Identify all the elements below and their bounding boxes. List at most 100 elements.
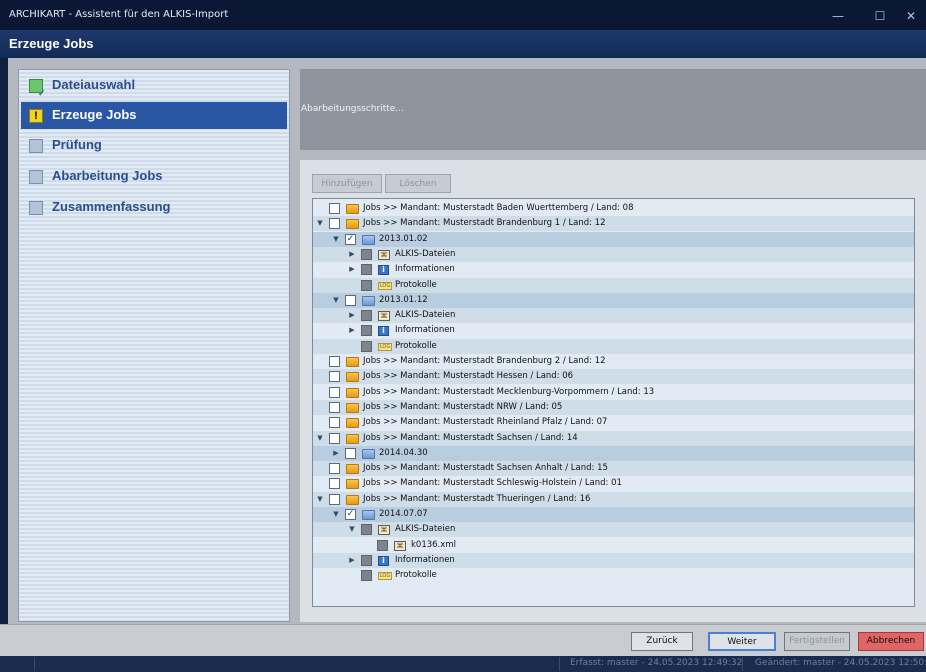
row-checkbox[interactable]	[361, 325, 372, 337]
step-zusammenfassung[interactable]: Zusammenfassung	[21, 194, 287, 221]
row-checkbox[interactable]	[377, 539, 388, 551]
tree-row-label: 2014.04.30	[379, 447, 428, 458]
row-checkbox[interactable]	[329, 432, 340, 444]
collapse-toggle-icon[interactable]: ▼	[315, 431, 325, 446]
tree-row[interactable]: ▶ i Informationen	[313, 552, 914, 568]
tree-row-label: k0136.xml	[411, 539, 456, 550]
tree-row[interactable]: ▶ 2014.04.30	[313, 445, 914, 461]
row-checkbox[interactable]	[329, 463, 340, 475]
status-divider	[559, 657, 560, 671]
row-checkbox[interactable]	[329, 417, 340, 429]
info-icon: i	[378, 326, 389, 337]
row-checkbox[interactable]	[361, 570, 372, 582]
row-checkbox[interactable]	[345, 294, 356, 306]
tree-row[interactable]: LOG Protokolle	[313, 568, 914, 583]
expand-toggle-icon[interactable]: ▶	[347, 247, 357, 262]
folder-icon	[346, 479, 359, 490]
tree-row[interactable]: ▶ ⌘ ALKIS-Dateien	[313, 308, 914, 324]
row-checkbox[interactable]	[361, 310, 372, 322]
row-checkbox[interactable]	[329, 401, 340, 413]
tree-row[interactable]: ▶ i Informationen	[313, 262, 914, 277]
status-bar: Erfasst: master - 24.05.2023 12:49:32 Ge…	[0, 656, 926, 672]
tree-row[interactable]: ▼ 2013.01.12	[313, 292, 914, 308]
tree-row[interactable]: Jobs >> Mandant: Musterstadt Brandenburg…	[313, 354, 914, 369]
tree-row-label: Jobs >> Mandant: Musterstadt Baden Wuert…	[363, 203, 634, 213]
collapse-toggle-icon[interactable]: ▼	[315, 216, 325, 231]
row-checkbox[interactable]	[361, 554, 372, 566]
tree-row[interactable]: Jobs >> Mandant: Musterstadt NRW / Land:…	[313, 399, 914, 415]
tree-row-label: Jobs >> Mandant: Musterstadt Schleswig-H…	[363, 478, 622, 489]
row-checkbox[interactable]	[329, 218, 340, 230]
step-abarbeitung-jobs[interactable]: Abarbeitung Jobs	[21, 163, 287, 190]
tree-row-label: Jobs >> Mandant: Musterstadt Sachsen Anh…	[363, 463, 608, 474]
collapse-toggle-icon[interactable]: ▼	[331, 507, 341, 522]
step-pruefung[interactable]: Prüfung	[21, 132, 287, 159]
collapse-toggle-icon[interactable]: ▼	[315, 492, 325, 507]
warning-icon: !	[29, 109, 43, 123]
finish-button[interactable]: Fertigstellen	[784, 632, 850, 651]
tree-row[interactable]: Jobs >> Mandant: Musterstadt Schleswig-H…	[313, 476, 914, 491]
tree-row[interactable]: ▼ ⌘ ALKIS-Dateien	[313, 522, 914, 538]
expand-toggle-icon[interactable]: ▶	[331, 446, 341, 461]
row-checkbox[interactable]	[329, 386, 340, 398]
tree-row[interactable]: ▼ Jobs >> Mandant: Musterstadt Brandenbur…	[313, 216, 914, 232]
delete-button[interactable]: Löschen	[385, 174, 451, 193]
expand-toggle-icon[interactable]: ▶	[347, 262, 357, 277]
row-checkbox[interactable]	[361, 264, 372, 276]
tree-row[interactable]: ▶ ⌘ ALKIS-Dateien	[313, 246, 914, 262]
row-checkbox[interactable]	[329, 493, 340, 505]
tree-row[interactable]: Jobs >> Mandant: Musterstadt Mecklenburg…	[313, 385, 914, 400]
close-button[interactable]: ✕	[896, 6, 926, 26]
changed-info: Geändert: master - 24.05.2023 12:50:07	[755, 658, 926, 668]
step-dateiauswahl[interactable]: ✓ Dateiauswahl	[21, 72, 287, 99]
tree-row-label: ALKIS-Dateien	[395, 248, 456, 259]
row-checkbox[interactable]	[329, 478, 340, 490]
row-checkbox[interactable]	[329, 203, 340, 214]
tree-row-label: Protokolle	[395, 340, 437, 351]
step-label: Erzeuge Jobs	[52, 107, 137, 122]
tree-row[interactable]: ▶ i Informationen	[313, 323, 914, 338]
collapse-toggle-icon[interactable]: ▼	[331, 232, 341, 247]
tree-row-label: 2014.07.07	[379, 509, 428, 519]
row-checkbox[interactable]	[361, 524, 372, 536]
tree-row-label: Jobs >> Mandant: Musterstadt Hessen / La…	[363, 371, 574, 382]
tree-row[interactable]: Jobs >> Mandant: Musterstadt Rheinland P…	[313, 415, 914, 430]
jobs-tree[interactable]: Jobs >> Mandant: Musterstadt Baden Wuert…	[312, 198, 915, 607]
collapse-toggle-icon[interactable]: ▼	[347, 522, 357, 537]
collapse-toggle-icon[interactable]: ▼	[331, 293, 341, 308]
back-button[interactable]: Zurück	[631, 632, 693, 651]
tree-row[interactable]: LOG Protokolle	[313, 277, 914, 293]
folder-icon	[346, 219, 359, 230]
tree-row[interactable]: LOG Protokolle	[313, 338, 914, 354]
row-checkbox[interactable]	[361, 279, 372, 291]
row-checkbox[interactable]	[329, 371, 340, 383]
next-button[interactable]: Weiter	[708, 632, 776, 651]
cancel-button[interactable]: Abbrechen	[858, 632, 924, 651]
step-erzeuge-jobs[interactable]: ! Erzeuge Jobs	[21, 102, 287, 129]
row-checkbox[interactable]	[329, 356, 340, 367]
row-checkbox[interactable]	[345, 447, 356, 459]
tree-row[interactable]: Jobs >> Mandant: Musterstadt Baden Wuert…	[313, 201, 914, 216]
tree-row[interactable]: ▼ Jobs >> Mandant: Musterstadt Sachsen / …	[313, 430, 914, 446]
maximize-button[interactable]: ☐	[860, 6, 900, 26]
row-checkbox[interactable]	[361, 248, 372, 260]
minimize-button[interactable]: —	[818, 6, 858, 26]
expand-toggle-icon[interactable]: ▶	[347, 323, 357, 338]
status-pending-icon	[29, 201, 43, 215]
row-checkbox[interactable]	[361, 340, 372, 352]
tree-row[interactable]: ▼ Jobs >> Mandant: Musterstadt Thueringen…	[313, 491, 914, 507]
expand-toggle-icon[interactable]: ▶	[347, 308, 357, 323]
tree-row[interactable]: ▼ ✓ 2014.07.07	[313, 507, 914, 522]
log-icon: LOG	[378, 572, 392, 581]
tree-row[interactable]: ⌘ k0136.xml	[313, 538, 914, 553]
add-button[interactable]: Hinzufügen	[312, 174, 382, 193]
row-checkbox[interactable]: ✓	[345, 233, 356, 245]
expand-toggle-icon[interactable]: ▶	[347, 553, 357, 568]
tree-row[interactable]: Jobs >> Mandant: Musterstadt Sachsen Anh…	[313, 461, 914, 477]
tree-row[interactable]: ▼ ✓ 2013.01.02	[313, 231, 914, 247]
row-checkbox[interactable]: ✓	[345, 509, 356, 520]
tree-row[interactable]: Jobs >> Mandant: Musterstadt Hessen / La…	[313, 369, 914, 385]
page-header: Erzeuge Jobs	[0, 30, 926, 58]
status-pending-icon	[29, 139, 43, 153]
folder-icon	[346, 464, 359, 475]
